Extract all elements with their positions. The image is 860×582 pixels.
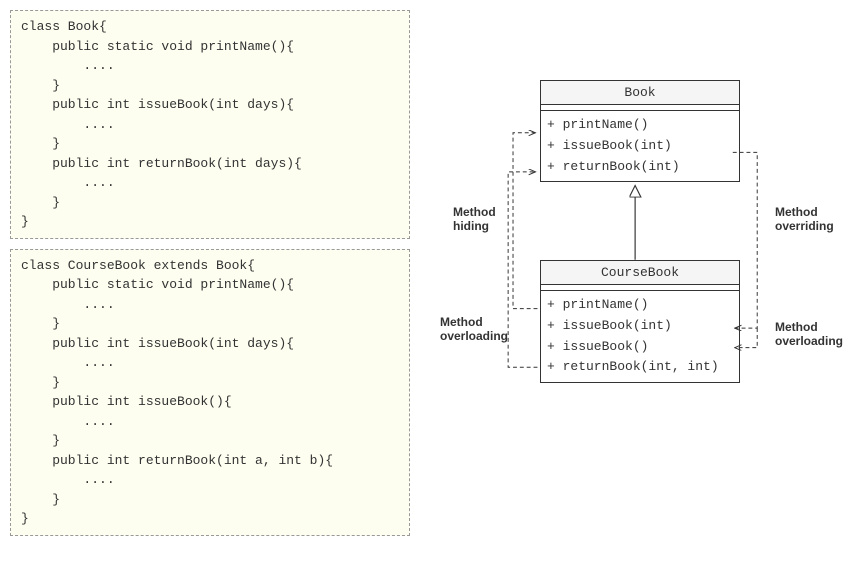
uml-coursebook-name: CourseBook [541,261,739,285]
label-method-overriding: Method overriding [775,205,834,233]
label-method-hiding: Method hiding [453,205,496,233]
uml-book-methods: + printName() + issueBook(int) + returnB… [541,111,739,181]
uml-method: + returnBook(int) [547,157,733,178]
uml-class-coursebook: CourseBook + printName() + issueBook(int… [540,260,740,383]
book-class-code: class Book{ public static void printName… [10,10,410,239]
uml-class-book: Book + printName() + issueBook(int) + re… [540,80,740,182]
coursebook-class-code: class CourseBook extends Book{ public st… [10,249,410,536]
uml-method: + issueBook(int) [547,316,733,337]
uml-method: + printName() [547,115,733,136]
uml-method: + returnBook(int, int) [547,357,733,378]
uml-method: + printName() [547,295,733,316]
code-column: class Book{ public static void printName… [10,10,410,546]
uml-book-name: Book [541,81,739,105]
uml-method: + issueBook() [547,337,733,358]
uml-diagram-area: Book + printName() + issueBook(int) + re… [430,10,850,490]
main-layout: class Book{ public static void printName… [10,10,850,546]
uml-coursebook-methods: + printName() + issueBook(int) + issueBo… [541,291,739,382]
uml-method: + issueBook(int) [547,136,733,157]
label-method-overloading-right: Method overloading [775,320,843,348]
label-method-overloading-left: Method overloading [440,315,508,343]
